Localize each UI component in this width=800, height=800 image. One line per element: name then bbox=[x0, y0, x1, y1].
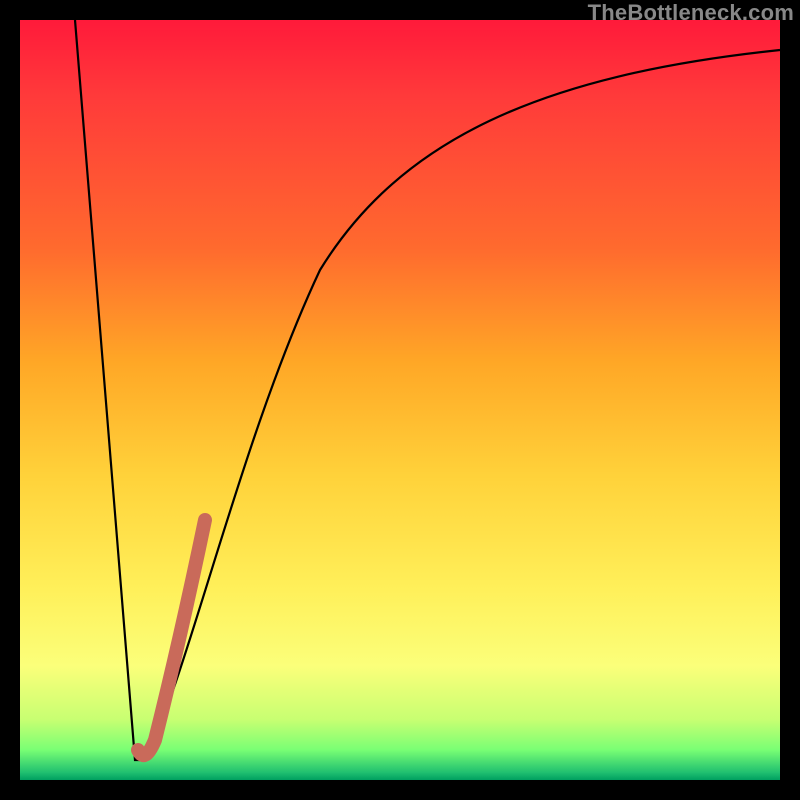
chart-frame: TheBottleneck.com bbox=[0, 0, 800, 800]
watermark-text: TheBottleneck.com bbox=[588, 0, 794, 26]
chart-svg bbox=[20, 20, 780, 780]
plot-area bbox=[20, 20, 780, 780]
highlight-segment bbox=[138, 520, 205, 755]
